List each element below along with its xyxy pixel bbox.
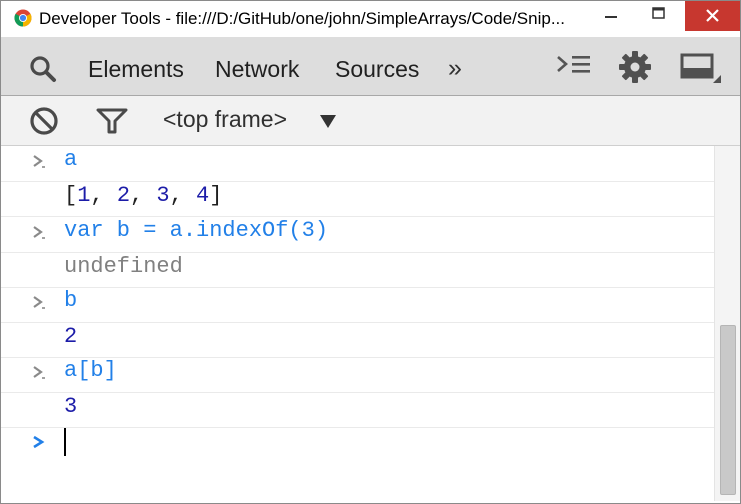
console-result: 3 xyxy=(64,394,78,419)
tab-sources[interactable]: Sources xyxy=(335,56,419,83)
more-tabs-button[interactable]: » xyxy=(448,54,462,83)
gear-icon[interactable] xyxy=(617,49,653,85)
console-result-line: 2 xyxy=(1,322,714,358)
console-command: b xyxy=(64,288,78,313)
maximize-button[interactable] xyxy=(635,1,681,31)
tab-network[interactable]: Network xyxy=(215,56,299,83)
maximize-icon xyxy=(652,7,665,19)
clear-console-icon[interactable] xyxy=(29,106,59,136)
window-title: Developer Tools - file:///D:/GitHub/one/… xyxy=(39,9,565,28)
console-result-line: 3 xyxy=(1,392,714,428)
console-result-line: undefined xyxy=(1,252,714,288)
filter-icon[interactable] xyxy=(95,107,129,135)
close-icon xyxy=(706,9,719,22)
frame-selector[interactable]: <top frame> xyxy=(163,106,287,133)
console-scrollbar[interactable] xyxy=(714,146,740,501)
console-input-line: b xyxy=(1,287,714,323)
console-command: a[b] xyxy=(64,358,117,383)
console-result-line: [1, 2, 3, 4] xyxy=(1,181,714,217)
search-icon[interactable] xyxy=(27,53,59,85)
title-bar: Developer Tools - file:///D:/GitHub/one/… xyxy=(1,1,740,37)
console-result: 2 xyxy=(64,324,78,349)
console-result: [1, 2, 3, 4] xyxy=(64,183,223,208)
console-output[interactable]: a [1, 2, 3, 4] var b = a.indexOf(3) unde… xyxy=(1,146,714,501)
chevron-down-icon[interactable] xyxy=(319,113,337,129)
chrome-logo-icon xyxy=(14,9,32,27)
tab-elements[interactable]: Elements xyxy=(88,56,184,83)
minimize-icon xyxy=(605,16,617,18)
console-subtoolbar: <top frame> xyxy=(1,96,740,146)
console-input-caret[interactable] xyxy=(64,428,66,456)
console-command: var b = a.indexOf(3) xyxy=(64,218,329,243)
dock-side-icon[interactable] xyxy=(679,49,723,85)
console-result: undefined xyxy=(64,254,183,279)
close-button[interactable] xyxy=(685,1,740,31)
console-command: a xyxy=(64,147,78,172)
prompt-chevron-icon xyxy=(33,226,45,239)
active-prompt-icon xyxy=(33,435,45,449)
devtools-window: Developer Tools - file:///D:/GitHub/one/… xyxy=(0,0,741,504)
console-input-line: a[b] xyxy=(1,357,714,393)
prompt-chevron-icon xyxy=(33,155,45,168)
prompt-chevron-icon xyxy=(33,366,45,379)
devtools-toolbar: Elements Network Sources » xyxy=(1,37,740,96)
minimize-button[interactable] xyxy=(589,1,633,31)
scrollbar-thumb[interactable] xyxy=(720,325,736,495)
console-drawer-icon[interactable] xyxy=(555,51,593,83)
console-input-line: a xyxy=(1,146,714,182)
console-input-line: var b = a.indexOf(3) xyxy=(1,217,714,253)
prompt-chevron-icon xyxy=(33,296,45,309)
